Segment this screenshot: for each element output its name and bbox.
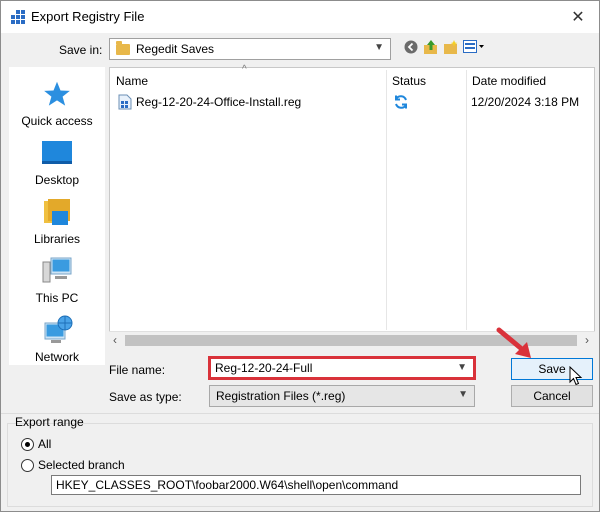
export-range-title: Export range xyxy=(15,415,84,429)
place-this-pc[interactable]: This PC xyxy=(9,250,105,310)
save-in-label: Save in: xyxy=(59,43,103,57)
close-icon: ✕ xyxy=(571,9,585,26)
file-date-text: 12/20/2024 3:18 PM xyxy=(471,95,580,109)
scroll-left-icon[interactable]: ‹ xyxy=(113,333,117,347)
this-pc-icon xyxy=(42,257,72,283)
save-in-folder-name: Regedit Saves xyxy=(136,42,215,56)
file-name-text: Reg-12-20-24-Office-Install.reg xyxy=(136,95,302,109)
view-menu-button[interactable] xyxy=(463,39,485,55)
red-arrow-annotation-icon xyxy=(496,327,531,358)
new-folder-button[interactable] xyxy=(443,39,459,55)
navigation-toolbar xyxy=(403,39,485,55)
save-in-dropdown[interactable]: Regedit Saves ▼ xyxy=(109,38,391,60)
network-icon xyxy=(44,315,73,343)
place-label: Libraries xyxy=(33,232,81,246)
place-label: Network xyxy=(34,350,79,364)
selected-branch-value: HKEY_CLASSES_ROOT\foobar2000.W64\shell\o… xyxy=(56,478,399,492)
column-header-label: Name xyxy=(116,74,149,88)
regedit-app-icon xyxy=(11,10,25,24)
mouse-pointer-icon xyxy=(569,366,583,386)
sync-icon xyxy=(395,95,407,109)
place-libraries[interactable]: Libraries xyxy=(9,191,105,251)
scroll-right-icon[interactable]: › xyxy=(585,333,589,347)
radio-selected-branch[interactable]: Selected branch xyxy=(21,458,125,472)
window-title: Export Registry File xyxy=(31,9,145,24)
chevron-down-icon[interactable]: ▼ xyxy=(457,362,467,373)
close-button[interactable]: ✕ xyxy=(563,5,593,29)
place-label: Quick access xyxy=(21,114,93,128)
file-name-value: Reg-12-20-24-Full xyxy=(215,361,313,375)
up-folder-icon xyxy=(424,40,437,54)
reg-file-icon xyxy=(118,94,132,110)
place-desktop[interactable]: Desktop xyxy=(9,132,105,192)
selected-branch-input[interactable]: HKEY_CLASSES_ROOT\foobar2000.W64\shell\o… xyxy=(51,475,581,495)
places-bar: Quick access Desktop Libraries This PC N… xyxy=(9,67,105,365)
title-bar: Export Registry File ✕ xyxy=(1,1,599,33)
chevron-down-icon: ▼ xyxy=(458,389,468,400)
column-header-date-modified[interactable]: Date modified xyxy=(466,70,594,92)
folder-icon xyxy=(116,40,130,55)
chevron-down-icon: ▼ xyxy=(374,42,384,53)
export-registry-dialog: Export Registry File ✕ Save in: Regedit … xyxy=(0,0,600,512)
save-as-type-label: Save as type: xyxy=(109,390,182,404)
radio-all-label: All xyxy=(38,437,52,451)
star-icon xyxy=(44,81,70,106)
save-as-type-dropdown[interactable]: Registration Files (*.reg) ▼ xyxy=(209,385,475,407)
radio-all[interactable]: All xyxy=(21,437,51,451)
section-divider xyxy=(1,413,599,414)
place-quick-access[interactable]: Quick access xyxy=(9,73,105,133)
libraries-icon xyxy=(44,199,70,225)
radio-button-selected[interactable] xyxy=(21,437,34,451)
back-button[interactable] xyxy=(403,39,419,55)
column-header-label: Status xyxy=(392,74,427,88)
column-header-label: Date modified xyxy=(472,74,547,88)
up-folder-button[interactable] xyxy=(423,39,439,55)
new-folder-icon xyxy=(444,40,458,54)
save-as-type-value: Registration Files (*.reg) xyxy=(216,389,346,403)
radio-selected-branch-label: Selected branch xyxy=(38,458,125,472)
file-name-label: File name: xyxy=(109,363,166,377)
cancel-button[interactable]: Cancel xyxy=(511,385,593,407)
file-name-input[interactable]: Reg-12-20-24-Full ▼ xyxy=(208,356,476,380)
radio-button[interactable] xyxy=(21,458,34,472)
file-row[interactable]: Reg-12-20-24-Office-Install.reg 12/20/20… xyxy=(114,92,592,112)
place-network[interactable]: Network xyxy=(9,309,105,369)
view-menu-icon xyxy=(463,40,484,53)
column-header-status[interactable]: Status xyxy=(386,70,466,92)
back-icon xyxy=(404,40,418,54)
desktop-icon xyxy=(42,141,72,164)
place-label: This PC xyxy=(35,291,79,305)
place-label: Desktop xyxy=(34,173,80,187)
file-list[interactable]: ^ Name Status Date modified Reg-12-20-24… xyxy=(109,64,595,347)
column-header-name[interactable]: Name xyxy=(110,70,386,92)
